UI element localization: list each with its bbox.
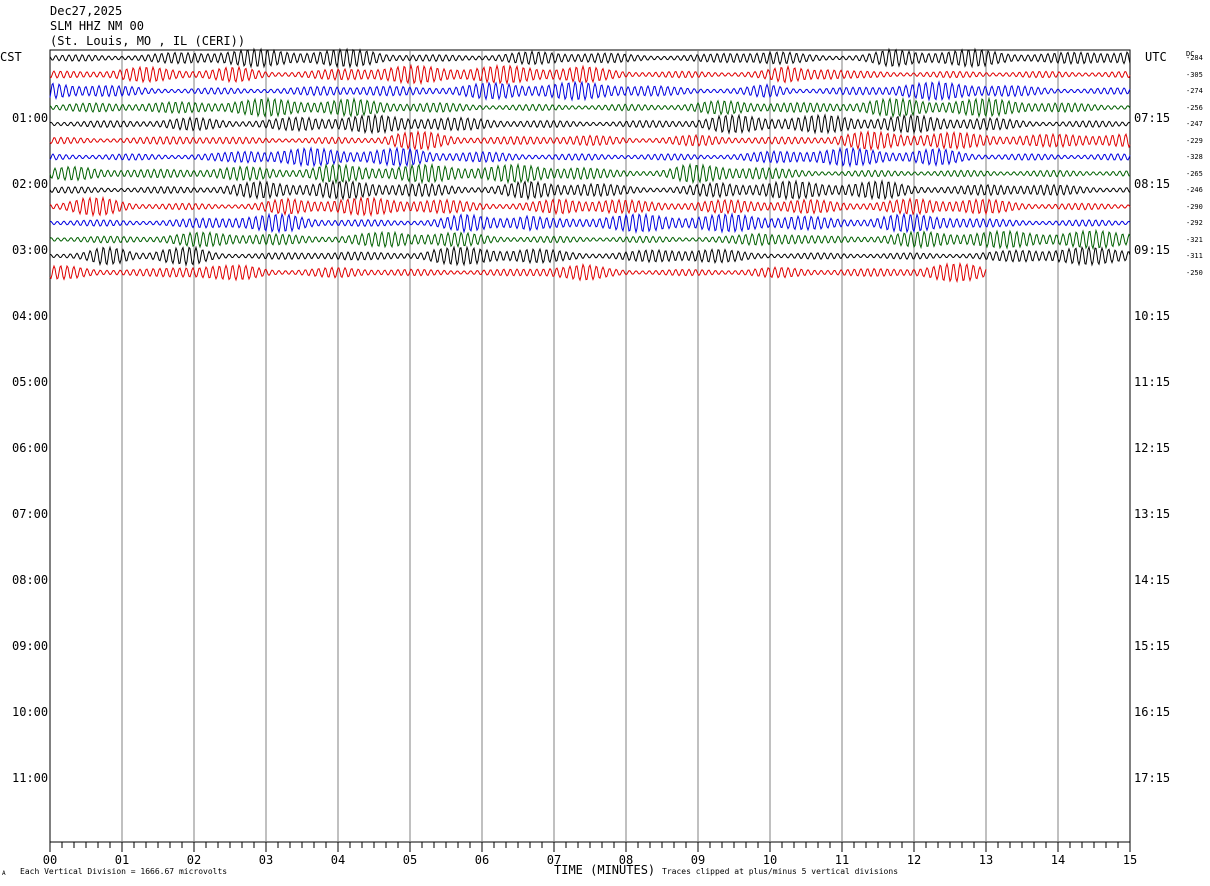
seismic-trace xyxy=(49,63,1131,86)
seismic-trace xyxy=(49,195,1131,218)
helicorder-plot xyxy=(49,47,1131,852)
seismic-trace xyxy=(49,129,1131,152)
seismic-trace xyxy=(49,228,1131,251)
vertical-scale-note: Each Vertical Division = 1666.67 microvo… xyxy=(20,867,228,876)
seismic-trace xyxy=(49,146,1131,168)
seismic-trace xyxy=(49,113,1131,135)
seismic-trace xyxy=(49,47,1131,69)
seismic-trace xyxy=(49,261,987,284)
seismic-trace xyxy=(49,179,1131,201)
seismic-trace xyxy=(49,80,1131,102)
x-axis-title: TIME (MINUTES) xyxy=(554,863,656,877)
seismic-trace xyxy=(49,245,1131,267)
corner-mark: A xyxy=(2,870,6,877)
seismic-trace xyxy=(49,162,1131,185)
seismic-trace xyxy=(49,212,1131,234)
clipping-note: Traces clipped at plus/minus 5 vertical … xyxy=(662,867,899,876)
seismic-trace xyxy=(49,96,1131,119)
